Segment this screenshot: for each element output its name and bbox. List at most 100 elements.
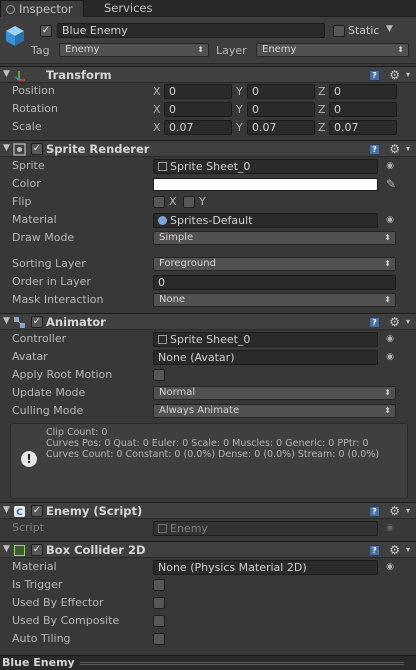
animator-header[interactable]: ▼ ✓ Animator ? ⚙ ▾ xyxy=(0,313,416,330)
transform-axes-icon xyxy=(14,71,25,81)
used-by-effector-checkbox[interactable] xyxy=(153,597,165,609)
sprite-value: Sprite Sheet_0 xyxy=(170,160,251,173)
rotation-x-field[interactable]: 0 xyxy=(164,102,232,117)
fold-arrow-icon[interactable]: ▼ xyxy=(3,316,10,326)
script-row: Script Enemy ◉ xyxy=(0,520,416,538)
controller-label: Controller xyxy=(12,332,67,345)
eyedropper-icon[interactable]: ✎ xyxy=(386,177,396,191)
object-picker-icon[interactable]: ◉ xyxy=(386,562,394,572)
more-arrow-icon[interactable]: ▾ xyxy=(406,317,410,326)
rotation-y-field[interactable]: 0 xyxy=(247,102,315,117)
gear-icon[interactable]: ⚙ xyxy=(389,315,400,329)
animator-enabled-checkbox[interactable]: ✓ xyxy=(31,316,43,328)
scale-x-field[interactable]: 0.07 xyxy=(164,120,232,135)
object-picker-icon[interactable]: ◉ xyxy=(386,161,394,171)
sprite-renderer-enabled-checkbox[interactable]: ✓ xyxy=(31,143,43,155)
mask-interaction-dropdown[interactable]: None ⬍ xyxy=(153,293,396,307)
gear-icon[interactable]: ⚙ xyxy=(389,504,400,518)
controller-field[interactable]: Sprite Sheet_0 xyxy=(153,332,378,347)
preview-bar[interactable]: Blue Enemy xyxy=(0,655,416,670)
auto-tiling-label: Auto Tiling xyxy=(12,632,71,645)
scale-y-field[interactable]: 0.07 xyxy=(247,120,315,135)
scale-z-field[interactable]: 0.07 xyxy=(329,120,397,135)
more-arrow-icon[interactable]: ▾ xyxy=(406,545,410,554)
sprite-renderer-header[interactable]: ▼ ✓ Sprite Renderer ? ⚙ ▾ xyxy=(0,140,416,157)
box-collider-header[interactable]: ▼ ✓ Box Collider 2D ? ⚙ ▾ xyxy=(0,541,416,558)
fold-arrow-icon[interactable]: ▼ xyxy=(3,505,10,515)
script-asset-icon xyxy=(158,524,167,533)
scale-label: Scale xyxy=(12,120,42,133)
color-row: Color ✎ xyxy=(0,176,416,194)
axis-z-label: Z xyxy=(318,121,326,134)
more-arrow-icon[interactable]: ▾ xyxy=(406,506,410,515)
position-label: Position xyxy=(12,84,55,97)
enemy-script-title: Enemy (Script) xyxy=(46,504,143,518)
layer-value: Enemy xyxy=(262,44,297,55)
mask-interaction-row: Mask Interaction None ⬍ xyxy=(0,292,416,310)
object-picker-icon[interactable]: ◉ xyxy=(386,352,394,362)
animator-info-box: ! Clip Count: 0 Curves Pos: 0 Quat: 0 Eu… xyxy=(10,423,408,499)
sorting-layer-dropdown[interactable]: Foreground ⬍ xyxy=(153,257,396,271)
material-field[interactable]: Sprites-Default xyxy=(153,213,378,228)
rotation-z-field[interactable]: 0 xyxy=(329,102,397,117)
position-z-field[interactable]: 0 xyxy=(329,84,397,99)
draw-mode-dropdown[interactable]: Simple ⬍ xyxy=(153,231,396,245)
tag-dropdown[interactable]: Enemy ⬍ xyxy=(59,43,209,57)
order-in-layer-field[interactable]: 0 xyxy=(153,275,396,290)
color-swatch[interactable] xyxy=(153,178,378,191)
sprite-field[interactable]: Sprite Sheet_0 xyxy=(153,159,378,174)
axis-x-label: X xyxy=(153,121,161,134)
fold-arrow-icon[interactable]: ▼ xyxy=(3,69,10,79)
help-icon[interactable]: ? xyxy=(369,144,380,155)
help-icon[interactable]: ? xyxy=(369,317,380,328)
layer-dropdown[interactable]: Enemy ⬍ xyxy=(256,43,409,57)
apply-root-motion-checkbox[interactable] xyxy=(153,369,165,381)
tab-services-label: Services xyxy=(104,1,153,15)
flip-y-checkbox[interactable] xyxy=(183,196,195,208)
used-by-composite-row: Used By Composite xyxy=(0,613,416,631)
object-active-checkbox[interactable]: ✓ xyxy=(40,25,52,37)
is-trigger-checkbox[interactable] xyxy=(153,579,165,591)
gear-icon[interactable]: ⚙ xyxy=(389,543,400,557)
help-icon[interactable]: ? xyxy=(369,545,380,556)
tab-inspector[interactable]: Inspector xyxy=(0,0,84,17)
object-header: ✓ Blue Enemy Static ▼ Tag Enemy ⬍ Layer … xyxy=(0,17,416,64)
more-arrow-icon[interactable]: ▾ xyxy=(406,144,410,153)
object-picker-icon[interactable]: ◉ xyxy=(386,334,394,344)
info-icon xyxy=(6,5,15,14)
culling-mode-dropdown[interactable]: Always Animate ⬍ xyxy=(153,404,396,418)
more-arrow-icon[interactable]: ▾ xyxy=(406,70,410,79)
flip-x-checkbox[interactable] xyxy=(153,196,165,208)
help-icon[interactable]: ? xyxy=(369,70,380,81)
auto-tiling-checkbox[interactable] xyxy=(153,633,165,645)
fold-arrow-icon[interactable]: ▼ xyxy=(3,143,10,153)
preview-title: Blue Enemy xyxy=(2,656,75,669)
tab-services[interactable]: Services xyxy=(86,0,166,17)
static-checkbox[interactable] xyxy=(333,25,345,37)
fold-arrow-icon[interactable]: ▼ xyxy=(3,544,10,554)
chevron-down-icon: ⬍ xyxy=(384,233,391,242)
gear-icon[interactable]: ⚙ xyxy=(389,142,400,156)
static-dropdown-arrow-icon[interactable]: ▼ xyxy=(386,24,393,34)
chevron-down-icon: ⬍ xyxy=(384,388,391,397)
object-picker-icon[interactable]: ◉ xyxy=(386,215,394,225)
enemy-script-enabled-checkbox[interactable]: ✓ xyxy=(31,505,43,517)
csharp-script-icon: C xyxy=(14,506,25,518)
gear-icon[interactable]: ⚙ xyxy=(389,68,400,82)
position-x-field[interactable]: 0 xyxy=(164,84,232,99)
position-y-field[interactable]: 0 xyxy=(247,84,315,99)
update-mode-dropdown[interactable]: Normal ⬍ xyxy=(153,386,396,400)
avatar-field[interactable]: None (Avatar) xyxy=(153,350,378,365)
flip-y-label: Y xyxy=(199,195,206,208)
box-collider-icon xyxy=(14,545,25,556)
help-icon[interactable]: ? xyxy=(369,506,380,517)
box-collider-enabled-checkbox[interactable]: ✓ xyxy=(31,544,43,556)
axis-z-label: Z xyxy=(318,85,326,98)
object-picker-icon: ◉ xyxy=(386,523,394,533)
enemy-script-header[interactable]: ▼ C ✓ Enemy (Script) ? ⚙ ▾ xyxy=(0,502,416,519)
used-by-composite-checkbox[interactable] xyxy=(153,615,165,627)
transform-header[interactable]: ▼ Transform ? ⚙ ▾ xyxy=(0,66,416,83)
object-name-field[interactable]: Blue Enemy xyxy=(57,23,325,38)
collider-material-field[interactable]: None (Physics Material 2D) xyxy=(153,560,378,575)
resize-grip[interactable] xyxy=(80,662,404,665)
